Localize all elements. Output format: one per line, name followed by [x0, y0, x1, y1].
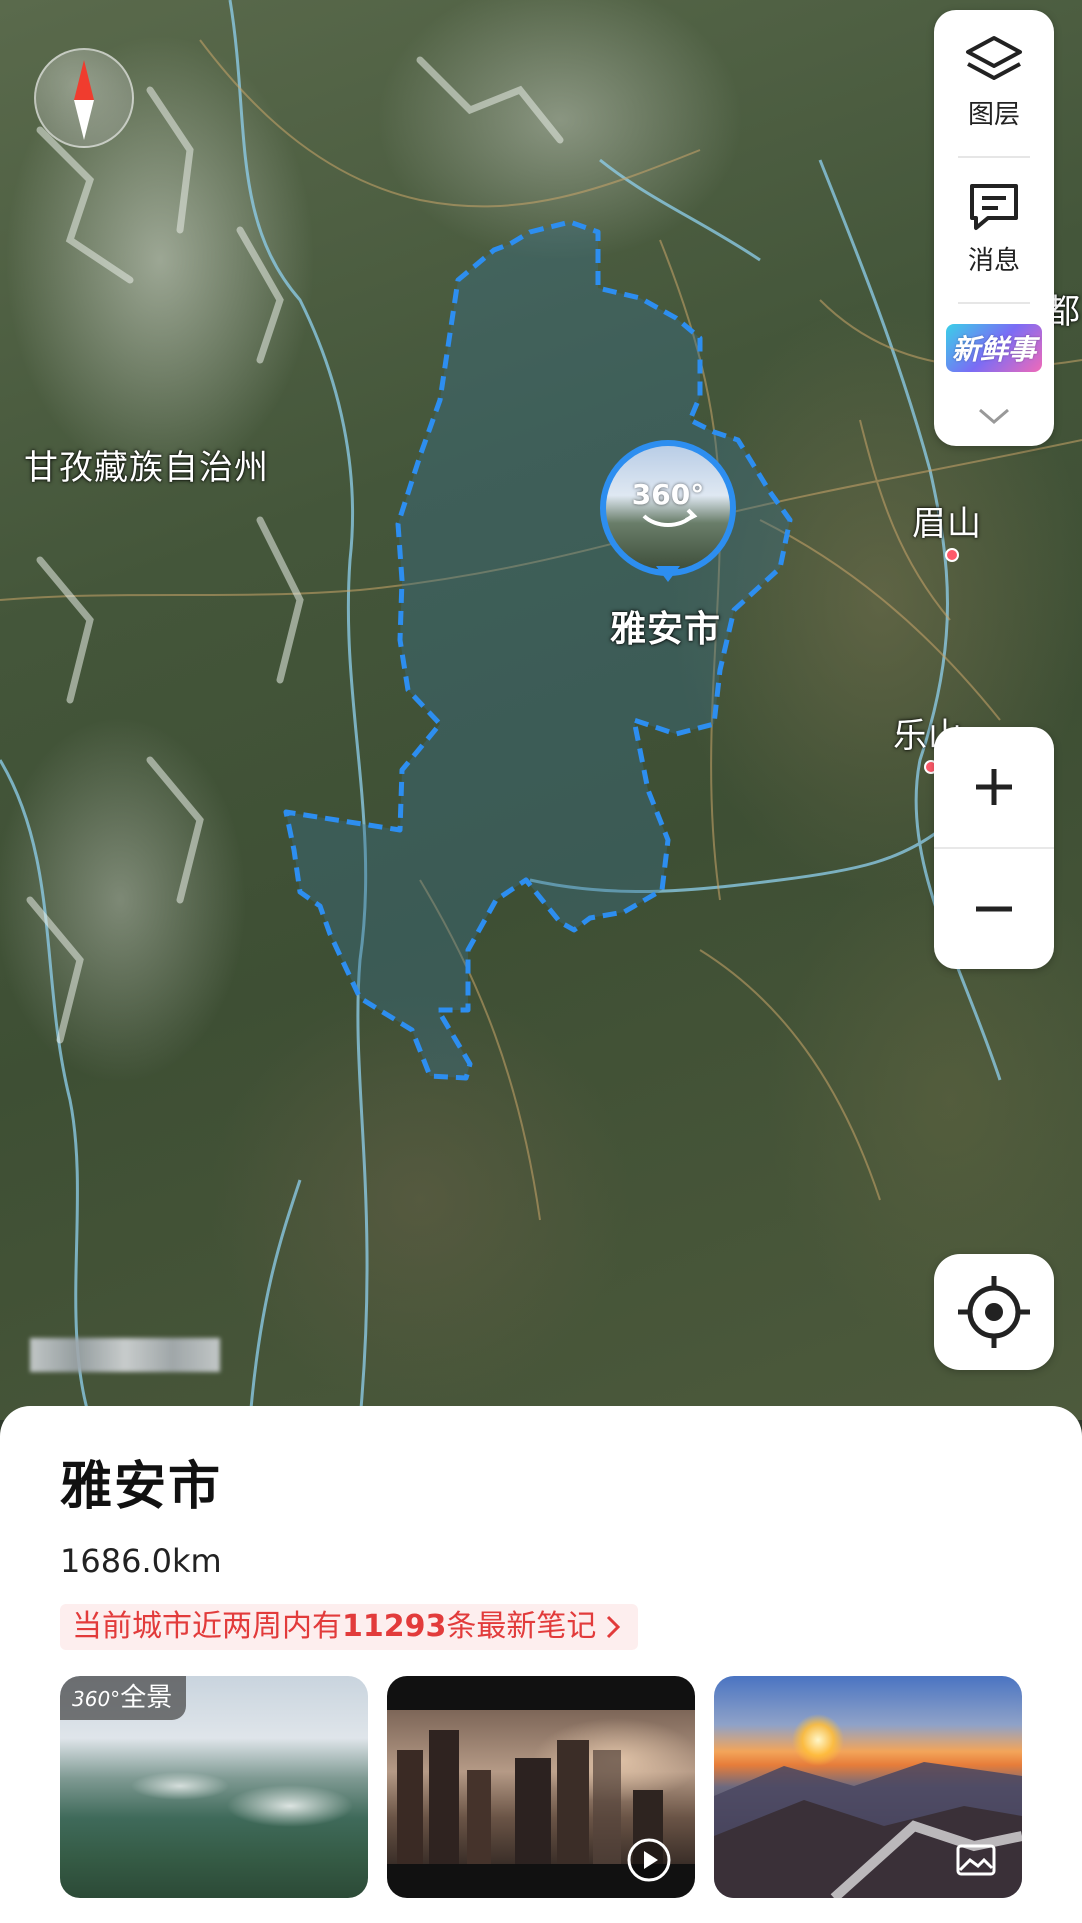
- thumbnail-video[interactable]: [387, 1676, 695, 1898]
- thumbnail-photo[interactable]: [714, 1676, 1022, 1898]
- panorama-badge-label: 全景: [120, 1683, 173, 1713]
- notes-count: 11293: [342, 1609, 447, 1644]
- image-icon: [956, 1844, 996, 1876]
- map-view[interactable]: 甘孜藏族自治州 眉山 乐山 都 雅安市 360° 图层 消息 新鲜事: [0, 0, 1082, 1420]
- play-icon[interactable]: [625, 1836, 673, 1884]
- recent-notes-banner[interactable]: 当前城市近两周内有 11293 条最新笔记: [60, 1604, 639, 1650]
- locate-button[interactable]: [934, 1254, 1054, 1370]
- toolbar-divider: [958, 302, 1030, 304]
- toolbar-divider: [958, 156, 1030, 158]
- rotate-arrow-icon: [642, 508, 698, 527]
- panorama-pin[interactable]: 360°: [600, 440, 740, 590]
- panorama-badge: 360°全景: [60, 1676, 187, 1720]
- city-dot-meishan[interactable]: [945, 548, 959, 562]
- region-label-ganzi[interactable]: 甘孜藏族自治州: [24, 440, 269, 489]
- notes-suffix: 条最新笔记: [446, 1609, 597, 1644]
- compass-icon: [74, 60, 94, 140]
- zoom-out-button[interactable]: [934, 849, 1054, 969]
- chevron-down-icon: [979, 408, 1009, 424]
- map-toolbar: 图层 消息 新鲜事: [934, 10, 1054, 446]
- zoom-control: [934, 727, 1054, 969]
- layers-label: 图层: [967, 100, 1020, 130]
- thumbnail-panorama[interactable]: 360°全景: [60, 1676, 368, 1898]
- messages-label: 消息: [967, 246, 1020, 276]
- selected-city-label[interactable]: 雅安市: [610, 600, 721, 652]
- pin-tip: [656, 566, 680, 582]
- message-icon: [970, 184, 1018, 230]
- fresh-news-label: 新鲜事: [945, 324, 1042, 372]
- place-detail-sheet[interactable]: 雅安市 1686.0km 当前城市近两周内有 11293 条最新笔记 360°全景: [0, 1406, 1082, 1923]
- compass-button[interactable]: [34, 48, 134, 148]
- place-title: 雅安市: [60, 1457, 223, 1517]
- notes-prefix: 当前城市近两周内有: [72, 1609, 342, 1644]
- zoom-in-button[interactable]: [934, 727, 1054, 847]
- map-attribution: [30, 1338, 220, 1372]
- city-label-meishan[interactable]: 眉山: [912, 496, 982, 545]
- layers-button[interactable]: 图层: [934, 32, 1054, 131]
- chevron-right-icon: [607, 1615, 621, 1639]
- zoom-out-icon: [976, 906, 1012, 912]
- panorama-pin-photo: 360°: [606, 446, 730, 570]
- zoom-in-icon: [976, 769, 1012, 805]
- messages-button[interactable]: 消息: [934, 178, 1054, 277]
- place-distance: 1686.0km: [60, 1542, 222, 1580]
- expand-toolbar-button[interactable]: [934, 404, 1054, 432]
- fresh-news-button[interactable]: 新鲜事: [934, 324, 1054, 372]
- panorama-badge-360: 360°: [72, 1687, 121, 1711]
- layers-icon: [966, 36, 1022, 80]
- locate-icon: [958, 1276, 1030, 1348]
